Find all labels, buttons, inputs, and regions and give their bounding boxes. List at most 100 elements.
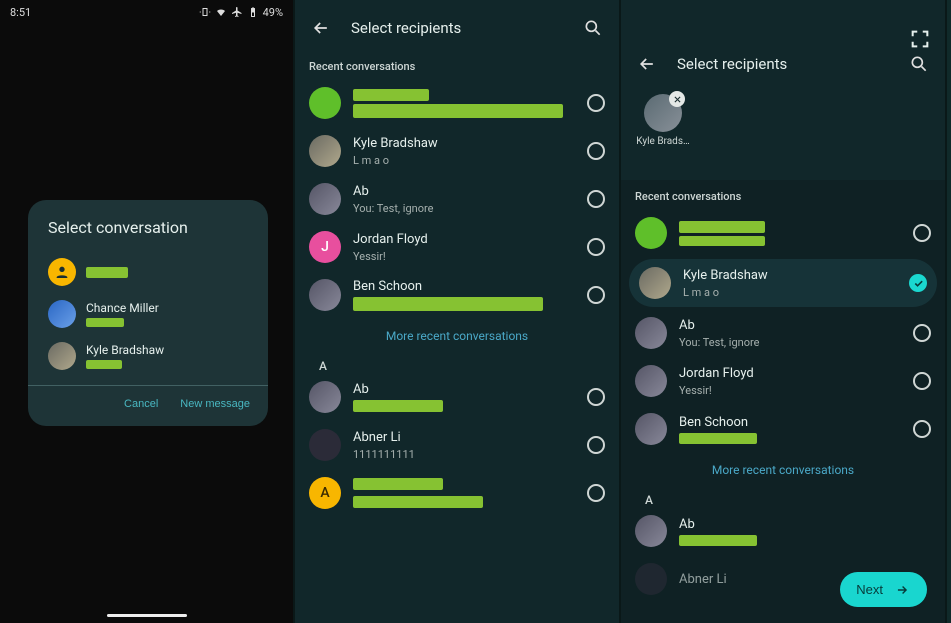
arrow-forward-icon	[893, 583, 911, 597]
recipient-name: Abner Li	[353, 430, 575, 445]
radio-unselected[interactable]	[587, 484, 605, 502]
wifi-icon	[215, 6, 227, 18]
avatar	[635, 317, 667, 349]
recipient-sub: You: Test, ignore	[353, 202, 575, 215]
back-button[interactable]	[309, 16, 333, 40]
redacted-text	[86, 318, 124, 327]
status-time: 8:51	[10, 6, 31, 19]
redacted-text	[353, 478, 443, 490]
dialog-conversation-item[interactable]	[28, 251, 268, 293]
recipient-name: Ab	[679, 318, 901, 333]
recipient-row[interactable]: Ab You: Test, ignore	[621, 309, 945, 357]
recipient-row[interactable]	[621, 209, 945, 257]
dialog-conversation-item[interactable]: Kyle Bradshaw	[28, 335, 268, 377]
avatar	[48, 300, 76, 328]
more-recent-link[interactable]: More recent conversations	[621, 453, 945, 487]
next-button[interactable]: Next	[840, 572, 927, 607]
airplane-icon	[231, 6, 243, 18]
select-conversation-dialog: Select conversation Chance Miller Kyle B…	[28, 200, 268, 426]
dialog-title: Select conversation	[28, 218, 268, 251]
dialog-conversation-item[interactable]: Chance Miller	[28, 293, 268, 335]
recipient-name: Ben Schoon	[353, 279, 575, 294]
recipient-row[interactable]: Ab	[295, 373, 619, 421]
recipient-name: Kyle Bradshaw	[683, 268, 897, 283]
search-button[interactable]	[907, 52, 931, 76]
conversation-name: Kyle Bradshaw	[86, 343, 164, 357]
page-title: Select recipients	[677, 55, 889, 73]
recipient-sub: Yessir!	[353, 250, 575, 263]
check-icon	[913, 278, 924, 289]
redacted-text	[353, 297, 543, 311]
recipient-row[interactable]: Jordan Floyd Yessir!	[621, 357, 945, 405]
radio-unselected[interactable]	[913, 372, 931, 390]
fullscreen-icon	[909, 28, 931, 50]
recipient-sub: L m a o	[683, 286, 897, 299]
alpha-header: A	[295, 353, 619, 373]
recipient-row[interactable]: Ben Schoon	[621, 405, 945, 453]
avatar	[635, 515, 667, 547]
recipient-name: Ab	[679, 517, 931, 532]
redacted-text	[679, 221, 765, 233]
cancel-button[interactable]: Cancel	[124, 398, 158, 410]
avatar	[639, 267, 671, 299]
recipient-row[interactable]: Ab	[621, 507, 945, 555]
app-bar: Select recipients	[621, 0, 945, 86]
redacted-text	[679, 236, 765, 246]
recipient-row[interactable]	[295, 79, 619, 127]
remove-chip-button[interactable]	[669, 91, 685, 107]
close-icon	[673, 95, 682, 104]
more-recent-link[interactable]: More recent conversations	[295, 319, 619, 353]
avatar	[309, 381, 341, 413]
avatar	[309, 429, 341, 461]
avatar	[309, 135, 341, 167]
recipient-row[interactable]: J Jordan Floyd Yessir!	[295, 223, 619, 271]
radio-unselected[interactable]	[587, 388, 605, 406]
vibrate-icon	[199, 6, 211, 18]
avatar	[635, 217, 667, 249]
new-message-button[interactable]: New message	[180, 398, 250, 410]
radio-unselected[interactable]	[587, 238, 605, 256]
fullscreen-button[interactable]	[909, 28, 931, 54]
recipient-row-selected[interactable]: Kyle Bradshaw L m a o	[629, 259, 937, 307]
back-button[interactable]	[635, 52, 659, 76]
radio-unselected[interactable]	[587, 142, 605, 160]
avatar	[309, 279, 341, 311]
status-battery-pct: 49%	[263, 6, 283, 19]
avatar	[635, 413, 667, 445]
recipient-sub: L m a o	[353, 154, 575, 167]
radio-selected[interactable]	[909, 274, 927, 292]
recipient-row[interactable]: Ab You: Test, ignore	[295, 175, 619, 223]
section-recent-label: Recent conversations	[621, 180, 945, 209]
recipient-name: Ben Schoon	[679, 415, 901, 430]
search-button[interactable]	[581, 16, 605, 40]
redacted-text	[353, 496, 483, 508]
radio-unselected[interactable]	[587, 436, 605, 454]
recipient-name: Kyle Bradshaw	[353, 136, 575, 151]
redacted-text	[353, 104, 563, 118]
avatar	[635, 365, 667, 397]
avatar-letter: J	[309, 231, 341, 263]
alpha-header: A	[621, 487, 945, 507]
radio-unselected[interactable]	[913, 324, 931, 342]
arrow-back-icon	[311, 18, 331, 38]
radio-unselected[interactable]	[913, 224, 931, 242]
panel-select-recipients: Select recipients Recent conversations K…	[295, 0, 621, 623]
recipient-name: Jordan Floyd	[679, 366, 901, 381]
recipient-row[interactable]: Abner Li 1111111111	[295, 421, 619, 469]
avatar	[635, 563, 667, 595]
recipient-chip[interactable]: Kyle Brads…	[635, 94, 691, 147]
recipient-row[interactable]: A	[295, 469, 619, 517]
radio-unselected[interactable]	[587, 94, 605, 112]
redacted-text	[86, 360, 122, 369]
home-indicator[interactable]	[107, 614, 187, 617]
person-icon	[48, 258, 76, 286]
recipient-sub: 1111111111	[353, 448, 575, 461]
avatar	[309, 183, 341, 215]
recipient-row[interactable]: Ben Schoon	[295, 271, 619, 319]
radio-unselected[interactable]	[587, 286, 605, 304]
radio-unselected[interactable]	[913, 420, 931, 438]
recipient-row[interactable]: Kyle Bradshaw L m a o	[295, 127, 619, 175]
section-recent-label: Recent conversations	[295, 50, 619, 79]
radio-unselected[interactable]	[587, 190, 605, 208]
next-label: Next	[856, 582, 883, 597]
